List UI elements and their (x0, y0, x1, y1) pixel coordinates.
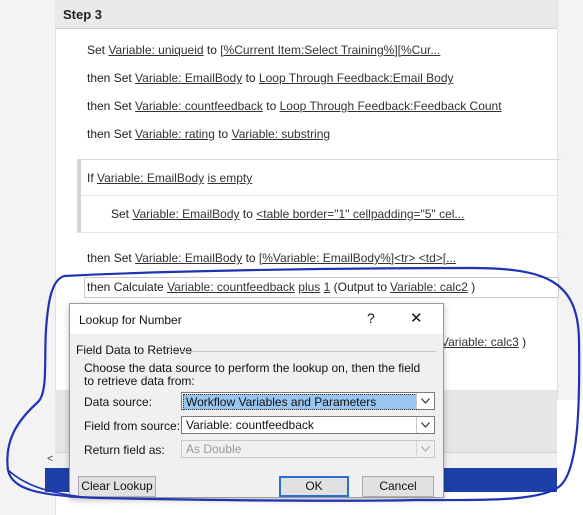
annotation-circle (6, 266, 581, 502)
